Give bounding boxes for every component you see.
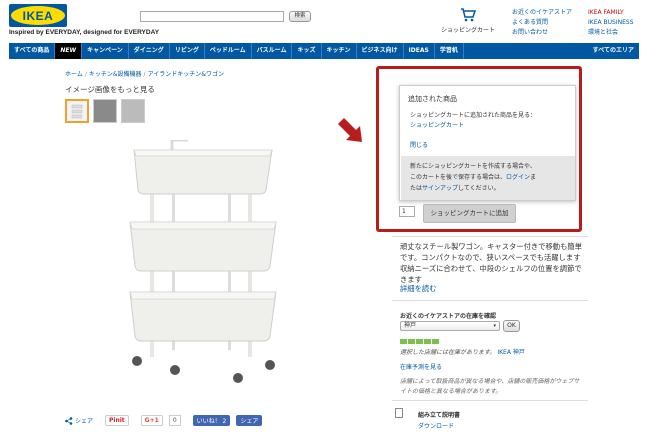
google-plus-button[interactable]: G+1 [140, 415, 163, 426]
stock-bar [400, 339, 407, 344]
nav-study-desk[interactable]: 学習机 [435, 43, 464, 59]
nav-new[interactable]: NEW [55, 43, 83, 59]
nav-ideas[interactable]: IDEAS [404, 43, 435, 59]
stock-level-indicator [400, 339, 439, 344]
popup-note-line1: 新たにショッピングカートを作成する場合や、 [410, 163, 536, 170]
signup-link[interactable]: サインアップ [422, 185, 458, 192]
divider [392, 236, 588, 237]
nav-business[interactable]: ビジネス向け [357, 43, 404, 59]
search-input[interactable] [140, 11, 284, 22]
popup-message-text: ショッピングカートに追加された商品を見る： [410, 112, 537, 119]
header-links-secondary: IKEA FAMILY IKEA BUSINESS 環境と社会 [588, 8, 634, 38]
store-select[interactable]: 神戸 ▾ [400, 321, 500, 331]
stock-store-link[interactable]: IKEA 神戸 [497, 349, 525, 356]
breadcrumb-separator: / [143, 71, 146, 78]
popup-message: ショッピングカートに追加された商品を見る： ショッピングカート [410, 111, 536, 131]
stock-forecast-link[interactable]: 在庫予測を見る [400, 362, 442, 371]
stock-bar [432, 339, 439, 344]
ikea-logo[interactable]: IKEA [9, 4, 67, 27]
google-plus-count: 0 [168, 415, 181, 426]
divider [392, 300, 588, 301]
thumbnail-1[interactable] [65, 99, 89, 123]
document-icon [395, 408, 403, 418]
share-link[interactable]: シェア [65, 416, 93, 425]
breadcrumb-kitchen[interactable]: キッチン&設備機器 [89, 71, 142, 78]
breadcrumb: ホーム / キッチン&設備機器 / アイランドキッチン&ワゴン [65, 69, 224, 78]
stock-status: 選択した店舗には在庫があります。 IKEA 神戸 [400, 347, 525, 356]
image-thumbnails [65, 99, 145, 123]
nav-bedroom[interactable]: ベッドルーム [205, 43, 252, 59]
popup-cart-link[interactable]: ショッピングカート [410, 122, 464, 129]
more-images-title: イメージ画像をもっと見る [65, 85, 155, 94]
quantity-input[interactable]: 1 [399, 206, 415, 217]
stock-bar [416, 339, 423, 344]
ikea-logo-oval: IKEA [11, 6, 65, 25]
thumbnail-3[interactable] [121, 99, 145, 123]
tagline: Inspired by EVERYDAY, designed for EVERY… [9, 29, 160, 36]
pinterest-button[interactable]: Pinit [105, 415, 129, 426]
nav-all-products[interactable]: すべての商品 [9, 43, 56, 59]
nav-campaign[interactable]: キャンペーン [82, 43, 129, 59]
link-environment[interactable]: 環境と社会 [588, 28, 634, 38]
link-contact[interactable]: お問い合わせ [512, 28, 572, 38]
assembly-instructions-title: 組み立て説明書 [418, 412, 461, 419]
added-to-cart-popup: 追加された商品 ショッピングカートに追加された商品を見る： ショッピングカート … [399, 85, 576, 201]
stock-bar [408, 339, 415, 344]
popup-note-line2: このカートを後で保存する場合は、 [410, 174, 507, 181]
logo-text: IKEA [22, 8, 54, 23]
cart-link[interactable]: ショッピングカート [438, 8, 498, 34]
product-image-trolley [129, 140, 277, 383]
nav-bathroom[interactable]: バスルーム [252, 43, 293, 59]
header-links-primary: お近くのイケアストア よくある質問 お問い合わせ [512, 8, 572, 38]
stock-bar [424, 339, 431, 344]
popup-note-line2-end: ま [530, 174, 537, 181]
thumbnail-2[interactable] [93, 99, 117, 123]
link-faq[interactable]: よくある質問 [512, 18, 572, 28]
trolley-thumbnail-icon [71, 104, 83, 119]
popup-note-line3: たは [410, 185, 423, 192]
store-select-value: 神戸 [404, 322, 417, 329]
nav-all-areas[interactable]: すべてのエリア [588, 43, 639, 59]
popup-close-link[interactable]: 閉じる [410, 140, 428, 149]
store-ok-button[interactable]: OK [503, 320, 520, 332]
search-button[interactable]: 検索 [289, 11, 311, 22]
store-stock-title: お近くのイケアストアの在庫を確認 [400, 313, 497, 320]
nav-living[interactable]: リビング [170, 43, 205, 59]
download-link[interactable]: ダウンロード [418, 421, 454, 430]
popup-note-line3-end: してください。 [458, 185, 500, 192]
add-to-cart-button[interactable]: ショッピングカートに追加 [423, 204, 516, 223]
share-row: シェア Pinit G+1 0 いいね！ 2 シェア [65, 415, 263, 426]
link-ikea-family[interactable]: IKEA FAMILY [588, 8, 634, 18]
cart-label: ショッピングカート [440, 27, 495, 34]
link-ikea-business[interactable]: IKEA BUSINESS [588, 18, 634, 28]
red-arrow-icon [338, 118, 362, 142]
breadcrumb-separator: / [84, 71, 87, 78]
product-description: 頑丈なスチール製ワゴン。キャスター付きで移動も簡単です。コンパクトなので、狭いス… [400, 242, 582, 284]
main-nav: すべての商品 NEW キャンペーン ダイニング リビング ベッドルーム バスルー… [9, 43, 639, 59]
stock-status-text: 選択した店舗には在庫があります。 [400, 349, 496, 356]
shopping-cart-icon [461, 8, 476, 22]
popup-title: 追加された商品 [408, 95, 457, 103]
popup-note: 新たにショッピングカートを作成する場合や、 このカートを後で保存する場合は、ログ… [401, 156, 575, 200]
login-link[interactable]: ログイン [506, 174, 530, 181]
nav-kids[interactable]: キッズ [292, 43, 322, 59]
link-nearby-store[interactable]: お近くのイケアストア [512, 8, 572, 18]
nav-dining[interactable]: ダイニング [129, 43, 170, 59]
share-icon [65, 416, 73, 425]
nav-kitchen[interactable]: キッチン [322, 43, 357, 59]
facebook-like-button[interactable]: いいね！ 2 [192, 415, 231, 426]
divider [392, 400, 588, 401]
read-more-link[interactable]: 詳細を読む [400, 284, 436, 294]
breadcrumb-island-kitchen[interactable]: アイランドキッチン&ワゴン [148, 71, 224, 78]
chevron-down-icon: ▾ [493, 323, 496, 329]
share-label: シェア [75, 418, 94, 425]
stock-note: 店舗によって取扱商品が異なる場合や、店舗の販売価格がウェブサイトの価格と異なる場… [400, 378, 580, 395]
breadcrumb-home[interactable]: ホーム [65, 71, 83, 78]
facebook-share-button[interactable]: シェア [236, 415, 263, 426]
